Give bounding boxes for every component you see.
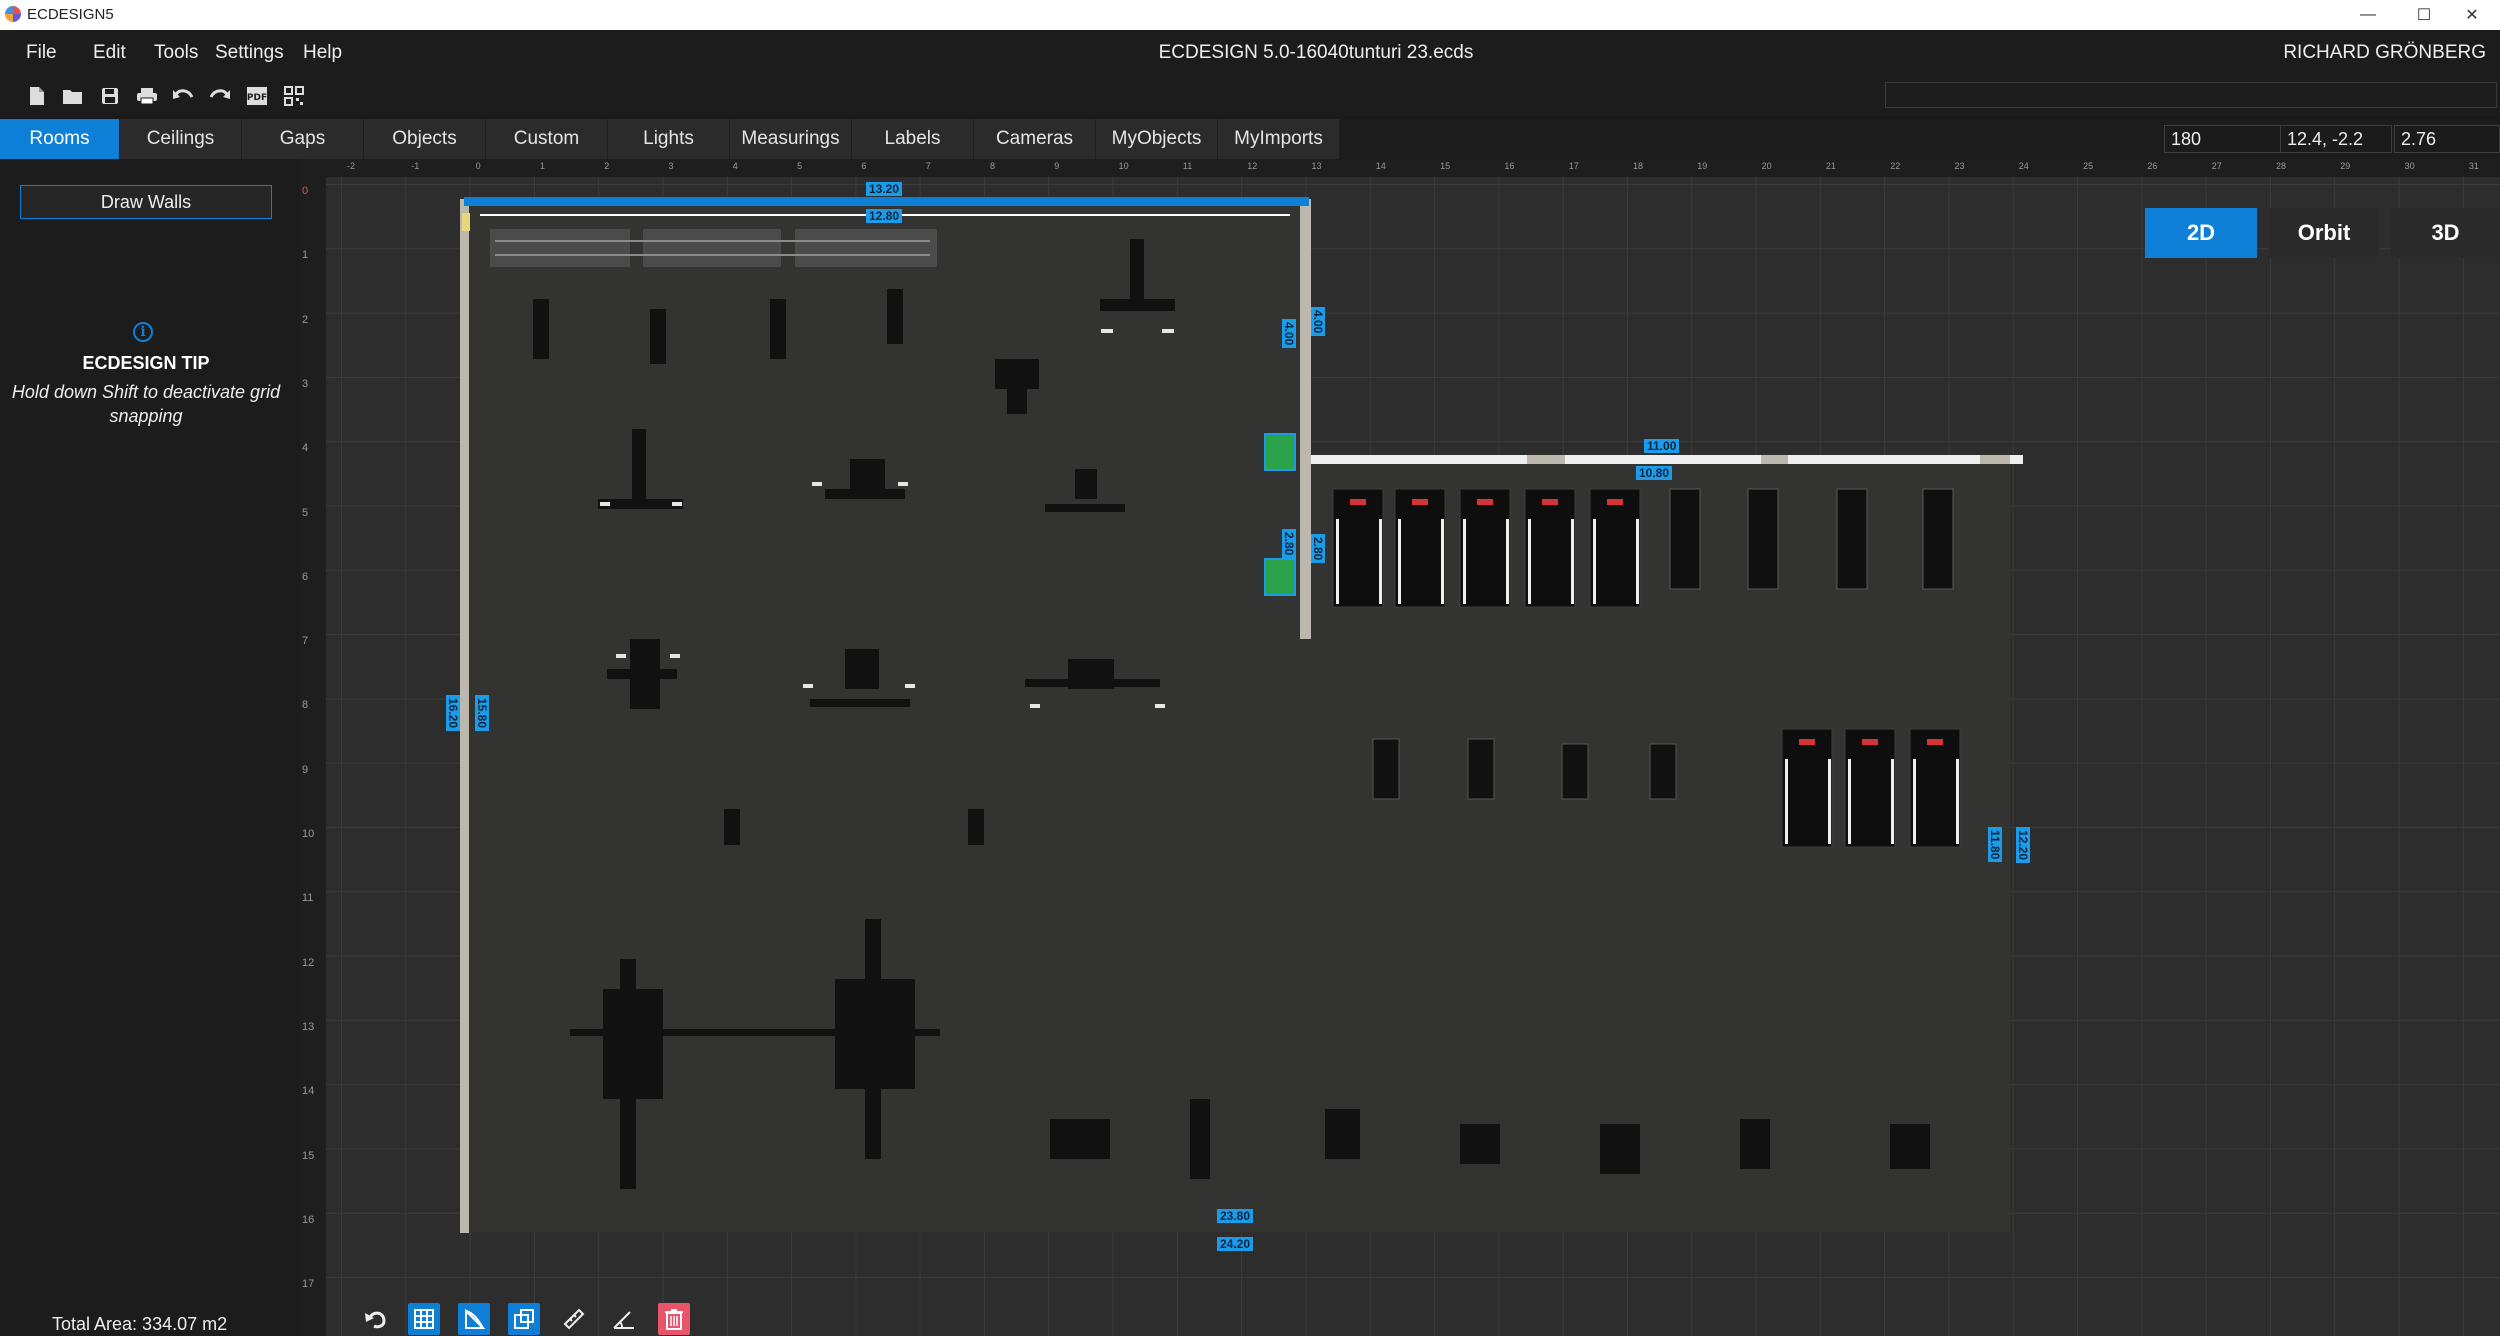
tab-custom[interactable]: Custom bbox=[486, 119, 608, 159]
tip-body: Hold down Shift to deactivate grid snapp… bbox=[11, 382, 281, 426]
dim-top-inner[interactable]: 12.80 bbox=[866, 209, 903, 223]
wall-right-upper[interactable] bbox=[1300, 199, 1311, 639]
wall-shape-icon[interactable] bbox=[458, 1303, 490, 1335]
dim-top-outer[interactable]: 13.20 bbox=[866, 182, 903, 196]
qr-code-icon[interactable] bbox=[283, 85, 305, 107]
app-title: ECDESIGN5 bbox=[27, 6, 114, 23]
dim-mid-outer[interactable]: 11.00 bbox=[1644, 439, 1680, 453]
menu-edit[interactable]: Edit bbox=[93, 42, 126, 64]
menu-settings[interactable]: Settings bbox=[215, 42, 284, 64]
height-input[interactable] bbox=[2394, 125, 2500, 153]
undo-icon[interactable] bbox=[172, 85, 194, 107]
open-folder-icon[interactable] bbox=[62, 85, 84, 107]
draw-walls-button[interactable]: Draw Walls bbox=[20, 185, 272, 219]
dim-bottom-inner[interactable]: 23.80 bbox=[1217, 1209, 1254, 1223]
tab-labels[interactable]: Labels bbox=[852, 119, 974, 159]
wall-left[interactable] bbox=[460, 199, 469, 1233]
snap-icon[interactable] bbox=[508, 1303, 540, 1335]
tab-objects[interactable]: Objects bbox=[364, 119, 486, 159]
dumbbell-rack[interactable] bbox=[490, 229, 937, 267]
angle-icon[interactable] bbox=[608, 1303, 640, 1335]
ruler-icon[interactable] bbox=[558, 1303, 590, 1335]
print-icon[interactable] bbox=[136, 85, 158, 107]
room-floor bbox=[468, 201, 2010, 1232]
app-logo-icon bbox=[5, 6, 21, 22]
dim-mid-vert-a[interactable]: 2.80 bbox=[1282, 529, 1296, 559]
dim-mid-vert-b[interactable]: 2.80 bbox=[1311, 534, 1325, 564]
rotation-input[interactable] bbox=[2164, 125, 2282, 153]
total-area-label: Total Area: 334.07 m2 bbox=[52, 1314, 228, 1334]
menu-help[interactable]: Help bbox=[303, 42, 342, 64]
close-button[interactable]: ✕ bbox=[2444, 0, 2500, 30]
category-tabs: Rooms Ceilings Gaps Objects Custom Light… bbox=[0, 119, 2500, 159]
dim-mid-inner[interactable]: 10.80 bbox=[1636, 466, 1673, 480]
tab-myimports[interactable]: MyImports bbox=[1218, 119, 1340, 159]
redo-icon[interactable] bbox=[209, 85, 231, 107]
export-pdf-icon[interactable]: PDF bbox=[246, 85, 268, 107]
document-title: ECDESIGN 5.0-16040tunturi 23.ecds bbox=[1158, 42, 1474, 63]
minimize-button[interactable]: — bbox=[2340, 0, 2396, 30]
delete-icon[interactable] bbox=[658, 1303, 690, 1335]
user-name[interactable]: RICHARD GRÖNBERG bbox=[2283, 42, 2486, 64]
left-panel: Draw Walls i ECDESIGN TIP Hold down Shif… bbox=[0, 159, 300, 1336]
green-storage-1[interactable] bbox=[1264, 433, 1296, 471]
new-file-icon[interactable] bbox=[26, 85, 48, 107]
menu-bar: File Edit Tools Settings Help ECDESIGN 5… bbox=[0, 30, 2500, 76]
info-icon: i bbox=[133, 322, 153, 342]
tab-rooms[interactable]: Rooms bbox=[0, 119, 120, 159]
tab-gaps[interactable]: Gaps bbox=[242, 119, 364, 159]
top-search-field[interactable] bbox=[1885, 82, 2497, 108]
floorplan-canvas[interactable]: -2 -1 0 1 2 3 4 5 6 7 8 9 10 11 12 13 14 15 16 17 18 19 20 21 22… bbox=[300, 159, 2500, 1336]
dim-right-upper-b[interactable]: 4.00 bbox=[1311, 307, 1325, 337]
treadmills-right[interactable] bbox=[1781, 728, 1961, 848]
dim-left-outer[interactable]: 16.20 bbox=[446, 695, 460, 732]
view-switch: 2D Orbit 3D bbox=[2145, 208, 2500, 258]
view-orbit-button[interactable]: Orbit bbox=[2269, 208, 2379, 258]
save-icon[interactable] bbox=[99, 85, 121, 107]
dim-bottom-outer[interactable]: 24.20 bbox=[1217, 1237, 1254, 1251]
svg-text:PDF: PDF bbox=[247, 93, 267, 103]
undo-rotate-icon[interactable] bbox=[360, 1303, 392, 1335]
dim-right-inner[interactable]: 11.80 bbox=[1988, 827, 2002, 863]
view-3d-button[interactable]: 3D bbox=[2391, 208, 2500, 258]
wall-top-selected[interactable] bbox=[464, 197, 1309, 206]
wall-middle[interactable] bbox=[1311, 455, 2023, 464]
window-2 bbox=[1761, 455, 1788, 464]
position-input[interactable] bbox=[2280, 125, 2392, 153]
os-title-bar: ECDESIGN5 — ☐ ✕ bbox=[0, 0, 2500, 30]
tab-ceilings[interactable]: Ceilings bbox=[120, 119, 242, 159]
dim-right-upper-a[interactable]: 4.00 bbox=[1282, 319, 1296, 349]
selection-handle[interactable] bbox=[462, 213, 470, 231]
dim-right-outer[interactable]: 12.20 bbox=[2016, 827, 2030, 864]
grid-toggle-icon[interactable] bbox=[408, 1303, 440, 1335]
floorplan-drawing[interactable] bbox=[300, 159, 2500, 1336]
green-storage-2[interactable] bbox=[1264, 558, 1296, 596]
tab-cameras[interactable]: Cameras bbox=[974, 119, 1096, 159]
window-3 bbox=[1980, 455, 2010, 464]
tab-myobjects[interactable]: MyObjects bbox=[1096, 119, 1218, 159]
window-1 bbox=[1527, 455, 1565, 464]
tip-title: ECDESIGN TIP bbox=[82, 353, 210, 373]
menu-tools[interactable]: Tools bbox=[154, 42, 198, 64]
menu-file[interactable]: File bbox=[26, 42, 57, 64]
view-2d-button[interactable]: 2D bbox=[2145, 208, 2257, 258]
tab-lights[interactable]: Lights bbox=[608, 119, 730, 159]
tab-measurings[interactable]: Measurings bbox=[730, 119, 852, 159]
dim-left-inner[interactable]: 15.80 bbox=[475, 695, 489, 732]
